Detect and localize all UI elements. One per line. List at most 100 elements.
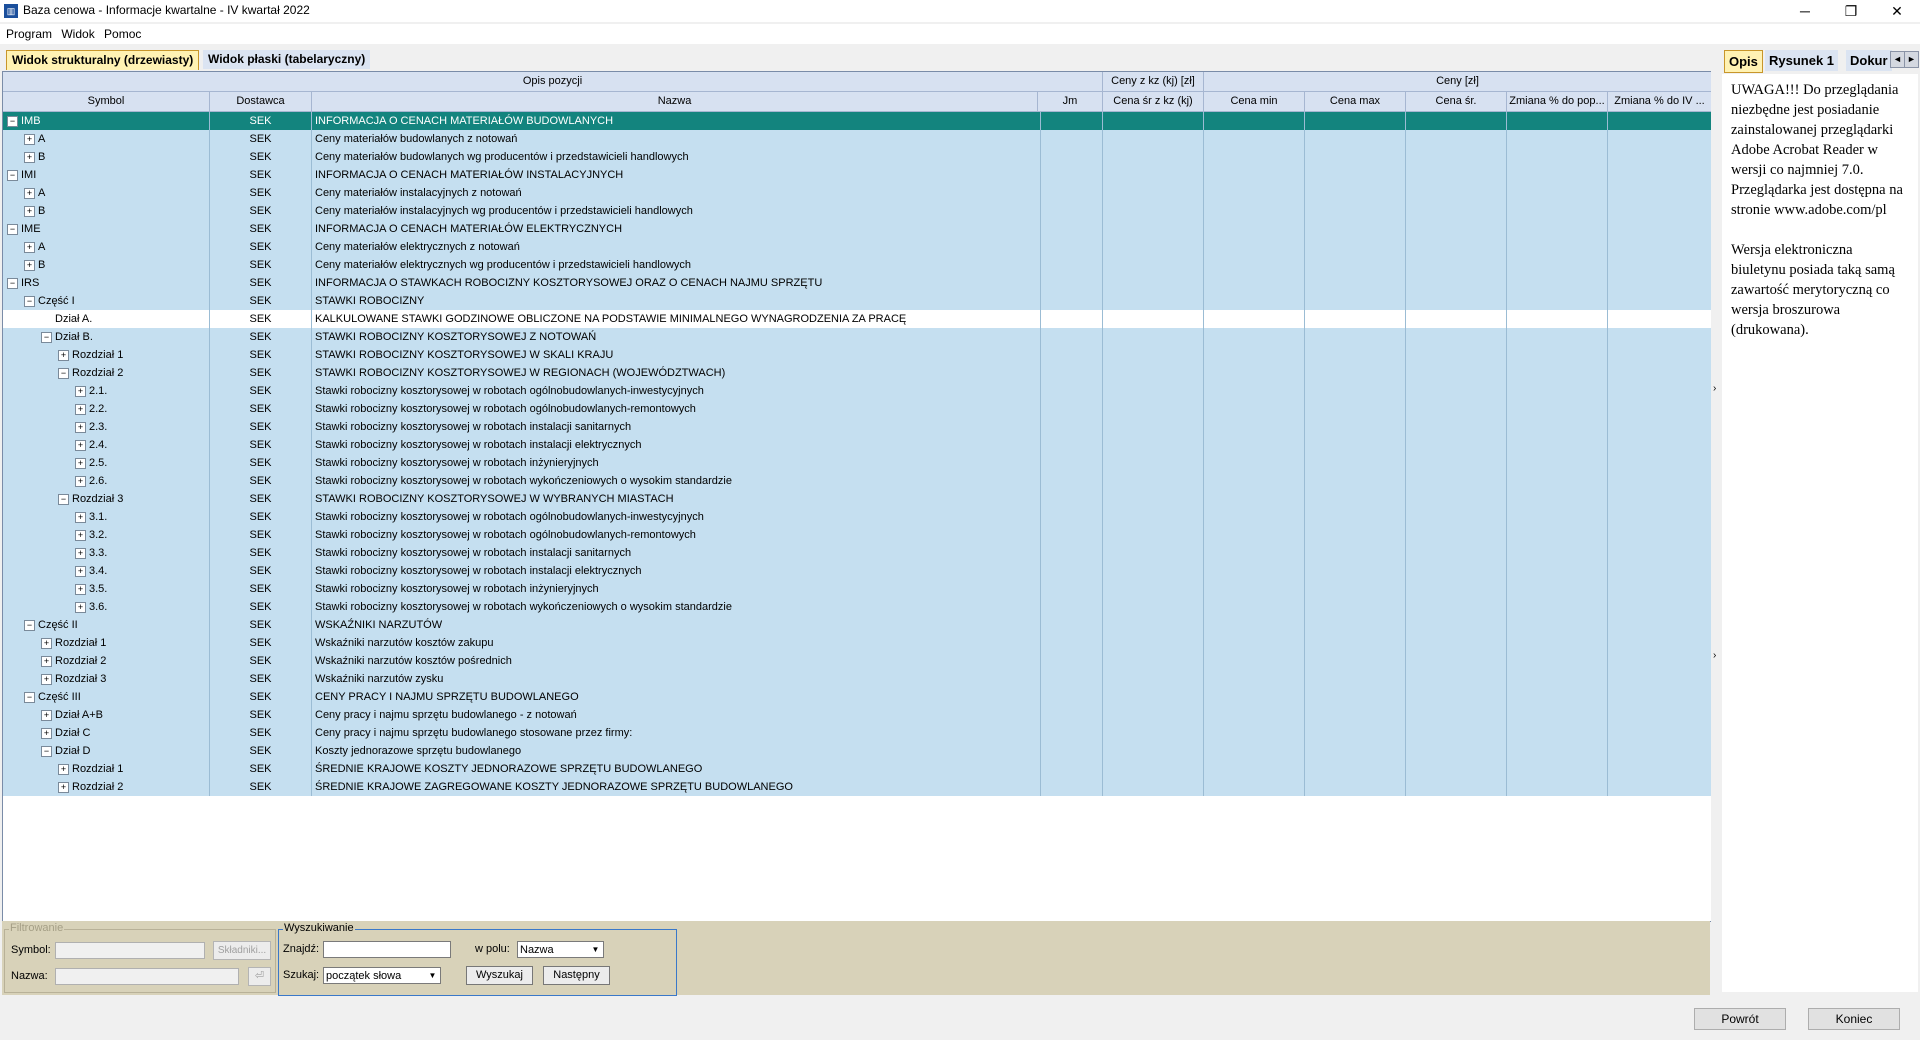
table-row[interactable]: + Rozdział 2 SEK Wskaźniki narzutów kosztów… (3, 652, 1711, 671)
expand-icon[interactable]: + (75, 602, 86, 613)
expand-icon[interactable]: + (75, 566, 86, 577)
symbol-input[interactable] (55, 942, 205, 959)
tab-flat-view[interactable]: Widok płaski (tabelaryczny) (203, 50, 371, 69)
table-row[interactable]: + B SEK Ceny materiałów elektrycznych wg pr… (3, 256, 1711, 275)
expand-icon[interactable]: + (41, 674, 52, 685)
expand-icon[interactable]: + (58, 350, 69, 361)
expand-icon[interactable]: + (75, 476, 86, 487)
table-row[interactable]: + A SEK Ceny materiałów instalacyjnych z no… (3, 184, 1711, 203)
tabs-next-icon[interactable]: ► (1904, 51, 1919, 68)
table-row[interactable]: +3.3. SEK Stawki robocizny kosztorysowej w… (3, 544, 1711, 563)
expand-icon[interactable]: + (41, 728, 52, 739)
table-row[interactable]: +3.1. SEK Stawki robocizny kosztorysowej w… (3, 508, 1711, 527)
expand-icon[interactable]: + (24, 152, 35, 163)
table-row[interactable]: − IRS SEK INFORMACJA O STAWKACH ROBOCIZNY K… (3, 274, 1711, 293)
tab-structural-view[interactable]: Widok strukturalny (drzewiasty) (6, 50, 200, 70)
table-row[interactable]: +3.5. SEK Stawki robocizny kosztorysowej w… (3, 580, 1711, 599)
table-row[interactable]: + Rozdział 3 SEK Wskaźniki narzutów zysku (3, 670, 1711, 689)
col-header-zmiana-iv[interactable]: Zmiana % do IV ... (1608, 92, 1711, 111)
collapse-icon[interactable]: − (7, 170, 18, 181)
collapse-icon[interactable]: − (7, 278, 18, 289)
expand-icon[interactable]: + (24, 206, 35, 217)
expand-icon[interactable]: + (75, 386, 86, 397)
field-select[interactable]: Nazwa ▼ (517, 941, 604, 958)
table-row[interactable]: − Dział D SEK Koszty jednorazowe sprzętu bu… (3, 742, 1711, 761)
minimize-button[interactable]: ─ (1782, 0, 1828, 22)
table-row[interactable]: + Dział C SEK Ceny pracy i najmu sprzętu bu… (3, 724, 1711, 743)
mode-select[interactable]: początek słowa ▼ (323, 967, 441, 984)
collapse-icon[interactable]: − (7, 116, 18, 127)
table-row[interactable]: +2.3. SEK Stawki robocizny kosztorysowej w… (3, 418, 1711, 437)
table-row[interactable]: + A SEK Ceny materiałów elektrycznych z not… (3, 238, 1711, 257)
expand-icon[interactable]: + (75, 422, 86, 433)
col-header-cena-sr[interactable]: Cena śr. (1406, 92, 1507, 111)
table-row[interactable]: + Rozdział 1 SEK ŚREDNIE KRAJOWE KOSZTY JED… (3, 760, 1711, 779)
expand-icon[interactable]: + (24, 188, 35, 199)
find-input[interactable] (323, 941, 451, 958)
table-row[interactable]: − Część III SEK CENY PRACY I NAJMU SPRZĘTU … (3, 688, 1711, 707)
collapse-icon[interactable]: − (41, 746, 52, 757)
table-row[interactable]: − Część I SEK STAWKI ROBOCIZNY (3, 292, 1711, 311)
table-row[interactable]: +2.5. SEK Stawki robocizny kosztorysowej w… (3, 454, 1711, 473)
table-row[interactable]: + Rozdział 1 SEK STAWKI ROBOCIZNY KOSZTORYS… (3, 346, 1711, 365)
collapse-icon[interactable]: − (24, 296, 35, 307)
tab-rysunek-1[interactable]: Rysunek 1 (1765, 50, 1839, 71)
table-row[interactable]: + Dział A+B SEK Ceny pracy i najmu sprzętu … (3, 706, 1711, 725)
menu-widok[interactable]: Widok (61, 24, 94, 44)
expand-icon[interactable]: + (41, 710, 52, 721)
collapse-icon[interactable]: − (41, 332, 52, 343)
expand-icon[interactable]: + (24, 260, 35, 271)
nazwa-input[interactable] (55, 968, 239, 985)
menu-program[interactable]: Program (6, 24, 52, 44)
table-row[interactable]: +3.2. SEK Stawki robocizny kosztorysowej w… (3, 526, 1711, 545)
search-button[interactable]: Wyszukaj (466, 966, 533, 985)
expand-icon[interactable]: + (75, 512, 86, 523)
col-header-nazwa[interactable]: Nazwa (312, 92, 1038, 111)
splitter-arrow-top-icon[interactable]: › (1713, 383, 1716, 394)
menu-pomoc[interactable]: Pomoc (104, 24, 141, 44)
expand-icon[interactable]: + (75, 584, 86, 595)
expand-icon[interactable]: + (24, 242, 35, 253)
expand-icon[interactable]: + (41, 656, 52, 667)
table-row[interactable]: − IMI SEK INFORMACJA O CENACH MATERIAŁÓW IN… (3, 166, 1711, 185)
table-row[interactable]: − Rozdział 2 SEK STAWKI ROBOCIZNY KOSZTORYS… (3, 364, 1711, 383)
table-row[interactable]: +2.6. SEK Stawki robocizny kosztorysowej w… (3, 472, 1711, 491)
table-row[interactable]: − Rozdział 3 SEK STAWKI ROBOCIZNY KOSZTORYS… (3, 490, 1711, 509)
col-header-cena-max[interactable]: Cena max (1305, 92, 1406, 111)
back-button[interactable]: Powrót (1694, 1008, 1786, 1030)
tab-dokumenty[interactable]: Dokur (1846, 50, 1892, 71)
col-header-jm[interactable]: Jm (1038, 92, 1103, 111)
table-row[interactable]: − Część II SEK WSKAŹNIKI NARZUTÓW (3, 616, 1711, 635)
table-row[interactable]: Dział A. SEK KALKULOWANE STAWKI GODZINOWE … (3, 310, 1711, 329)
collapse-icon[interactable]: − (24, 620, 35, 631)
table-row[interactable]: − IMB SEK INFORMACJA O CENACH MATERIAŁÓW BU… (3, 112, 1711, 131)
table-row[interactable]: + A SEK Ceny materiałów budowlanych z notow… (3, 130, 1711, 149)
expand-icon[interactable]: + (75, 440, 86, 451)
table-row[interactable]: +2.2. SEK Stawki robocizny kosztorysowej w… (3, 400, 1711, 419)
table-row[interactable]: +2.1. SEK Stawki robocizny kosztorysowej w… (3, 382, 1711, 401)
table-row[interactable]: + B SEK Ceny materiałów budowlanych wg prod… (3, 148, 1711, 167)
col-header-cena-sr-kz[interactable]: Cena śr z kz (kj) (1103, 92, 1204, 111)
expand-icon[interactable]: + (75, 404, 86, 415)
nazwa-apply-button[interactable]: ⏎ (248, 967, 271, 986)
col-header-cena-min[interactable]: Cena min (1204, 92, 1305, 111)
table-row[interactable]: +3.6. SEK Stawki robocizny kosztorysowej w… (3, 598, 1711, 617)
collapse-icon[interactable]: − (7, 224, 18, 235)
end-button[interactable]: Koniec (1808, 1008, 1900, 1030)
next-button[interactable]: Następny (543, 966, 610, 985)
table-row[interactable]: + Rozdział 2 SEK ŚREDNIE KRAJOWE ZAGREGOWAN… (3, 778, 1711, 797)
collapse-icon[interactable]: − (24, 692, 35, 703)
splitter-arrow-bottom-icon[interactable]: › (1713, 650, 1716, 661)
pane-splitter[interactable]: › › (1711, 50, 1721, 996)
table-row[interactable]: − IME SEK INFORMACJA O CENACH MATERIAŁÓW EL… (3, 220, 1711, 239)
tab-opis[interactable]: Opis (1724, 50, 1763, 73)
tabs-prev-icon[interactable]: ◄ (1890, 51, 1905, 68)
collapse-icon[interactable]: − (58, 494, 69, 505)
expand-icon[interactable]: + (41, 638, 52, 649)
col-header-symbol[interactable]: Symbol (3, 92, 210, 111)
skladniki-button[interactable]: Składniki... (213, 941, 271, 960)
close-button[interactable]: ✕ (1874, 0, 1920, 22)
maximize-button[interactable]: ❐ (1828, 0, 1874, 22)
col-header-dostawca[interactable]: Dostawca (210, 92, 312, 111)
table-row[interactable]: +3.4. SEK Stawki robocizny kosztorysowej w… (3, 562, 1711, 581)
